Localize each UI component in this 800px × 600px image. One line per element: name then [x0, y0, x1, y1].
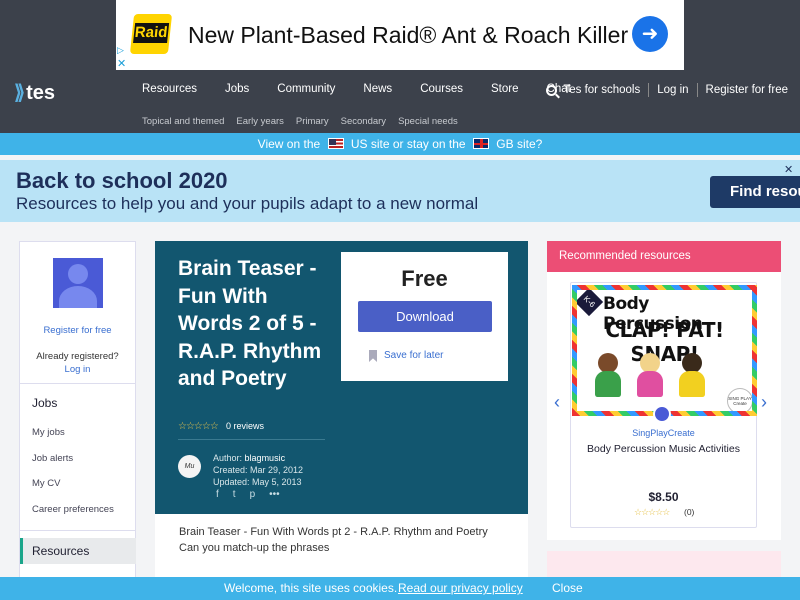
recommended-price: $8.50 [648, 490, 679, 504]
share-icons: f t p ••• [216, 489, 294, 500]
nav-item-jobs[interactable]: Jobs [225, 83, 249, 95]
cookie-bar: Welcome, this site uses cookies. Read ou… [0, 577, 800, 600]
nav-item-news[interactable]: News [363, 83, 392, 95]
site-location-bar: View on the US site or stay on the GB si… [0, 133, 800, 155]
sidebar-register-link[interactable]: Register for free [20, 325, 135, 336]
recommended-title[interactable]: Body Percussion Music Activities [571, 443, 756, 455]
resource-title: Brain Teaser - Fun With Words 2 of 5 - R… [178, 257, 322, 390]
ad-headline[interactable]: New Plant-Based Raid® Ant & Roach Killer [188, 22, 628, 49]
save-for-later-label: Save for later [384, 350, 444, 361]
author-label: Author: [213, 453, 243, 463]
ad-close-icon[interactable]: ✕ [117, 57, 126, 70]
provider-avatar[interactable] [653, 405, 671, 423]
sidebar-login-link[interactable]: Log in [20, 364, 135, 375]
provider-name[interactable]: SingPlayCreate [571, 428, 756, 438]
sidebar-item-my-cv[interactable]: My CV [32, 478, 61, 489]
pinterest-icon[interactable]: p [250, 489, 256, 500]
main-nav: ⟫tes Resources Jobs Community News Cours… [0, 70, 800, 110]
author-avatar[interactable]: Mu [178, 455, 201, 478]
price-box: Free Download Save for later [341, 252, 508, 381]
login-link[interactable]: Log in [657, 84, 688, 96]
hero-divider [178, 439, 325, 440]
sidebar-item-resources-label: Resources [32, 544, 90, 558]
bookmark-icon [369, 350, 377, 362]
sub-nav: Topical and themed Early years Primary S… [142, 116, 470, 127]
us-flag-icon [327, 138, 344, 149]
recommended-carousel: ‹ K-6 Body Percussion CLAP! PAT! SNAP! S… [547, 272, 781, 540]
twitter-icon[interactable]: t [233, 489, 236, 500]
tes-logo-mark-icon: ⟫ [14, 82, 26, 104]
more-icon[interactable]: ••• [269, 489, 280, 500]
nav-items: Resources Jobs Community News Courses St… [142, 83, 599, 95]
nav-item-resources[interactable]: Resources [142, 83, 197, 95]
singplay-logo: SING PLAY Create [727, 388, 752, 411]
kid-illustration [595, 353, 621, 403]
adchoices-icon[interactable]: ▷ [117, 45, 124, 56]
tes-logo[interactable]: ⟫tes [14, 80, 55, 105]
kid-illustration [679, 353, 705, 403]
find-resources-button[interactable]: Find resou [710, 176, 800, 208]
sidebar-item-career-preferences[interactable]: Career preferences [32, 504, 114, 515]
raid-logo-text: Raid [133, 23, 170, 43]
banner-close-icon[interactable]: ✕ [784, 163, 793, 176]
gb-flag-icon [472, 138, 489, 149]
carousel-prev-icon[interactable]: ‹ [554, 392, 560, 413]
recommended-stars-icon: ☆☆☆☆☆ [634, 507, 670, 517]
nav-item-courses[interactable]: Courses [420, 83, 463, 95]
nav-item-community[interactable]: Community [277, 83, 335, 95]
save-for-later-link[interactable]: Save for later [369, 350, 444, 362]
resource-thumbnail[interactable]: K-6 Body Percussion CLAP! PAT! SNAP! SIN… [572, 285, 757, 416]
facebook-icon[interactable]: f [216, 489, 219, 500]
cookie-message: Welcome, this site uses cookies. [224, 581, 398, 595]
cookie-close-button[interactable]: Close [552, 577, 583, 600]
nav-divider [696, 83, 698, 97]
carousel-next-icon[interactable]: › [761, 392, 767, 413]
gb-site-link[interactable]: GB site? [496, 137, 542, 151]
nav-item-store[interactable]: Store [491, 83, 519, 95]
sidebar: Register for free Already registered? Lo… [19, 241, 136, 581]
subnav-early-years[interactable]: Early years [236, 116, 284, 127]
kid-illustration [637, 353, 663, 403]
download-button[interactable]: Download [358, 301, 492, 332]
rating-stars-icon[interactable]: ☆☆☆☆☆ [178, 421, 219, 432]
recommended-heading: Recommended resources [547, 241, 781, 272]
resource-description: Brain Teaser - Fun With Words pt 2 - R.A… [155, 514, 528, 584]
search-icon[interactable] [545, 84, 557, 96]
locbar-text: View on the [257, 137, 321, 151]
grade-badge: K-6 [577, 290, 604, 317]
updated-date: Updated: May 5, 2013 [213, 477, 302, 487]
nav-divider [648, 83, 650, 97]
banner-title: Back to school 2020 [16, 168, 228, 193]
nav-right: Tes for schools Log in Register for free [545, 83, 788, 97]
register-link[interactable]: Register for free [706, 84, 788, 96]
subnav-primary[interactable]: Primary [296, 116, 329, 127]
sidebar-divider [20, 383, 135, 384]
subnav-topical[interactable]: Topical and themed [142, 116, 224, 127]
subnav-special-needs[interactable]: Special needs [398, 116, 458, 127]
sidebar-divider [20, 530, 135, 531]
banner-subtitle: Resources to help you and your pupils ad… [16, 194, 479, 213]
avatar [53, 258, 103, 308]
author-name-link[interactable]: blagmusic [245, 453, 286, 463]
author-info: Author: blagmusic Created: Mar 29, 2012 … [213, 452, 303, 488]
recommended-item[interactable]: K-6 Body Percussion CLAP! PAT! SNAP! SIN… [570, 282, 757, 528]
ad-banner[interactable]: Raid New Plant-Based Raid® Ant & Roach K… [116, 0, 684, 70]
recommended-review-count: (0) [684, 507, 695, 517]
tes-for-schools-link[interactable]: Tes for schools [564, 84, 641, 96]
raid-logo: Raid [129, 14, 173, 54]
ad-arrow-icon[interactable]: ➜ [632, 16, 668, 52]
price-label: Free [401, 266, 448, 291]
sidebar-item-job-alerts[interactable]: Job alerts [32, 453, 73, 464]
reviews-count[interactable]: 0 reviews [226, 421, 264, 431]
sidebar-jobs-heading[interactable]: Jobs [32, 396, 57, 410]
sidebar-item-my-jobs[interactable]: My jobs [32, 427, 65, 438]
tes-logo-text: tes [26, 82, 56, 104]
subnav-secondary[interactable]: Secondary [341, 116, 386, 127]
privacy-policy-link[interactable]: Read our privacy policy [398, 577, 523, 600]
us-site-link[interactable]: US site or stay on the [351, 137, 466, 151]
already-registered-text: Already registered? [36, 351, 119, 362]
back-to-school-banner[interactable]: Back to school 2020 Resources to help yo… [0, 160, 800, 222]
created-date: Created: Mar 29, 2012 [213, 465, 304, 475]
sidebar-item-resources[interactable]: Resources [20, 538, 136, 564]
